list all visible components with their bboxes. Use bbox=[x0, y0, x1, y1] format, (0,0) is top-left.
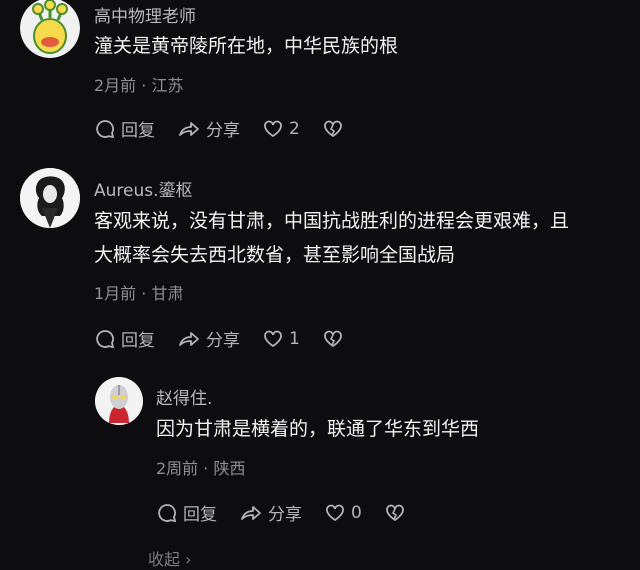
share-label: 分享 bbox=[268, 505, 302, 525]
username[interactable]: 赵得住. bbox=[156, 384, 212, 409]
comment-text: 因为甘肃是横着的，联通了华东到华西 bbox=[156, 418, 480, 440]
user-avatar[interactable] bbox=[20, 0, 80, 58]
speech-bubble-icon bbox=[96, 329, 115, 348]
comment-meta: 2月前 · 江苏 bbox=[94, 72, 183, 96]
meta-separator: · bbox=[198, 459, 214, 478]
share-arrow-icon bbox=[241, 505, 261, 520]
comment-location: 江苏 bbox=[151, 76, 184, 95]
comment-location: 陕西 bbox=[213, 459, 246, 478]
reply-button[interactable]: 回复 bbox=[94, 116, 155, 141]
comment-meta: 1月前 · 甘肃 bbox=[94, 280, 183, 304]
speech-bubble-icon bbox=[96, 119, 115, 138]
comment-text: 潼关是黄帝陵所在地，中华民族的根 bbox=[94, 35, 399, 57]
comment-text-line: 大概率会失去西北数省，甚至影响全国战局 bbox=[94, 244, 456, 266]
reply-label: 回复 bbox=[121, 121, 155, 141]
meta-separator: · bbox=[136, 284, 152, 303]
username[interactable]: Aureus.鎏枢 bbox=[94, 176, 193, 201]
green-monster-avatar-icon bbox=[20, 0, 80, 58]
like-button[interactable]: 2 bbox=[262, 118, 300, 140]
comment-time: 2月前 bbox=[94, 76, 137, 95]
reply-label: 回复 bbox=[121, 331, 155, 351]
comment-actions: 回复 分享 0 bbox=[156, 500, 433, 525]
comment-actions: 回复 分享 2 bbox=[94, 116, 371, 141]
like-count: 0 bbox=[351, 502, 362, 523]
share-label: 分享 bbox=[206, 121, 240, 141]
like-count: 2 bbox=[289, 118, 300, 139]
username[interactable]: 高中物理老师 bbox=[94, 2, 196, 27]
broken-heart-icon bbox=[323, 120, 342, 137]
collapse-replies-link[interactable]: 收起 › bbox=[148, 546, 192, 570]
reply-button[interactable]: 回复 bbox=[94, 326, 155, 351]
like-button[interactable]: 1 bbox=[262, 328, 300, 350]
heart-icon bbox=[326, 504, 344, 521]
dislike-button[interactable] bbox=[322, 328, 349, 350]
user-avatar[interactable] bbox=[95, 377, 143, 425]
comment-text-line: 客观来说，没有甘肃，中国抗战胜利的进程会更艰难，且 bbox=[94, 210, 570, 232]
comment-location: 甘肃 bbox=[151, 284, 184, 303]
dislike-button[interactable] bbox=[322, 118, 349, 140]
broken-heart-icon bbox=[385, 504, 404, 521]
comment-actions: 回复 分享 1 bbox=[94, 326, 371, 351]
comment-time: 1月前 bbox=[94, 284, 137, 303]
dislike-button[interactable] bbox=[384, 502, 411, 524]
share-label: 分享 bbox=[206, 331, 240, 351]
speech-bubble-icon bbox=[158, 503, 177, 522]
share-arrow-icon bbox=[179, 331, 199, 346]
ultraman-avatar-icon bbox=[95, 377, 143, 425]
comment-meta: 2周前 · 陕西 bbox=[156, 455, 245, 479]
user-avatar[interactable] bbox=[20, 168, 80, 228]
share-button[interactable]: 分享 bbox=[239, 500, 302, 525]
broken-heart-icon bbox=[323, 330, 342, 347]
comment-time: 2周前 bbox=[156, 459, 199, 478]
share-button[interactable]: 分享 bbox=[177, 326, 240, 351]
like-count: 1 bbox=[289, 328, 300, 349]
reply-label: 回复 bbox=[183, 505, 217, 525]
meta-separator: · bbox=[136, 76, 152, 95]
share-button[interactable]: 分享 bbox=[177, 116, 240, 141]
like-button[interactable]: 0 bbox=[324, 502, 362, 524]
anime-character-avatar-icon bbox=[20, 168, 80, 228]
reply-button[interactable]: 回复 bbox=[156, 500, 217, 525]
share-arrow-icon bbox=[179, 121, 199, 136]
heart-icon bbox=[264, 330, 282, 347]
heart-icon bbox=[264, 120, 282, 137]
